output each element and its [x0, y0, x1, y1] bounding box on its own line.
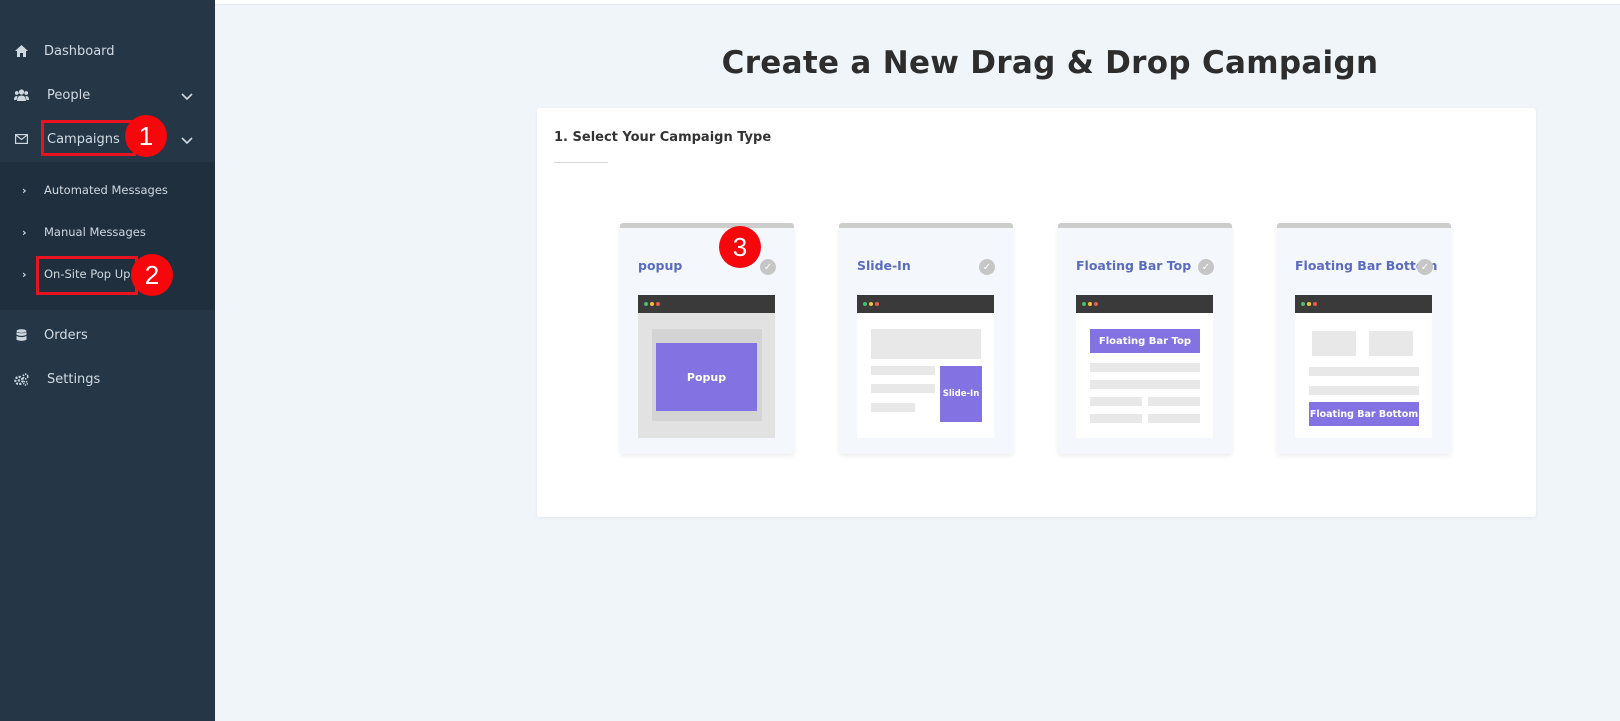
browser-dot-icon — [1094, 302, 1098, 306]
campaign-card-slide-in[interactable]: Slide-In ✓ Slide-In — [839, 223, 1013, 454]
browser-dot-icon — [875, 302, 879, 306]
browser-dot-icon — [1082, 302, 1086, 306]
section-heading: 1. Select Your Campaign Type — [554, 130, 772, 145]
campaign-card-popup[interactable]: popup ✓ Popup — [620, 223, 794, 454]
page-title: Create a New Drag & Drop Campaign — [721, 45, 1379, 81]
campaign-card-floating-bar-bottom[interactable]: Floating Bar Bottom ✓ Floating Bar Botto… — [1277, 223, 1451, 454]
content-placeholder — [871, 384, 935, 393]
annotation-badge-1: 1 — [125, 115, 167, 157]
card-title: Floating Bar Top — [1076, 258, 1192, 273]
check-circle-icon: ✓ — [760, 259, 776, 275]
content-placeholder — [1312, 331, 1356, 356]
browser-dot-icon — [1301, 302, 1305, 306]
campaign-card-floating-bar-top[interactable]: Floating Bar Top ✓ Floating Bar Top — [1058, 223, 1232, 454]
floating-bar-bottom: Floating Bar Bottom — [1309, 402, 1419, 426]
campaign-type-panel: 1. Select Your Campaign Type popup ✓ Pop… — [537, 108, 1536, 517]
chevron-right-icon: › — [22, 225, 27, 239]
browser-bar — [857, 295, 994, 313]
sidebar-item-settings[interactable]: Settings — [0, 359, 215, 399]
popup-preview: Popup — [638, 295, 775, 438]
users-icon — [13, 87, 29, 103]
check-circle-icon: ✓ — [1417, 259, 1433, 275]
sidebar-item-dashboard[interactable]: Dashboard — [0, 31, 215, 71]
content-placeholder — [1090, 414, 1142, 423]
browser-bar — [638, 295, 775, 313]
slide-in-box: Slide-In — [940, 366, 982, 422]
submenu-item-automated-messages[interactable]: › Automated Messages — [0, 175, 215, 205]
submenu-label-automated: Automated Messages — [44, 183, 168, 197]
submenu-label-manual: Manual Messages — [44, 225, 146, 239]
home-icon — [13, 43, 29, 59]
sidebar-item-orders[interactable]: Orders — [0, 315, 215, 355]
browser-dot-icon — [863, 302, 867, 306]
content-placeholder — [1309, 386, 1419, 395]
annotation-badge-2: 2 — [131, 254, 173, 296]
content-placeholder — [1090, 380, 1200, 389]
annotation-box-campaigns — [41, 120, 136, 156]
chevron-down-icon[interactable] — [180, 132, 194, 146]
content-placeholder — [871, 403, 915, 412]
chevron-down-icon[interactable] — [180, 88, 194, 102]
content-placeholder — [1090, 363, 1200, 372]
floating-bar-top: Floating Bar Top — [1090, 329, 1200, 353]
chevron-right-icon: › — [22, 183, 27, 197]
top-bar — [215, 0, 1620, 5]
content-placeholder — [1369, 331, 1413, 356]
chevron-right-icon: › — [22, 267, 27, 281]
browser-bar — [1295, 295, 1432, 313]
sidebar-label-people: People — [47, 87, 91, 103]
browser-bar — [1076, 295, 1213, 313]
annotation-box-onsite-pop-up — [36, 256, 138, 295]
submenu-item-manual-messages[interactable]: › Manual Messages — [0, 217, 215, 247]
sidebar-label-dashboard: Dashboard — [44, 43, 115, 59]
check-circle-icon: ✓ — [1198, 259, 1214, 275]
envelope-icon — [13, 131, 29, 147]
content-placeholder — [1148, 414, 1200, 423]
floating-bar-top-preview: Floating Bar Top — [1076, 295, 1213, 438]
check-circle-icon: ✓ — [979, 259, 995, 275]
browser-dot-icon — [644, 302, 648, 306]
section-divider — [554, 162, 608, 163]
gears-icon — [13, 371, 29, 387]
content-placeholder — [1090, 397, 1142, 406]
card-title: Slide-In — [857, 258, 911, 273]
content-placeholder — [1148, 397, 1200, 406]
popup-box: Popup — [656, 343, 757, 411]
browser-dot-icon — [650, 302, 654, 306]
sidebar: Dashboard People Campaigns › Automated M… — [0, 0, 215, 721]
content-placeholder — [871, 329, 981, 359]
sidebar-item-people[interactable]: People — [0, 75, 215, 115]
database-icon — [13, 327, 29, 343]
browser-dot-icon — [656, 302, 660, 306]
sidebar-label-orders: Orders — [44, 327, 88, 343]
browser-dot-icon — [1313, 302, 1317, 306]
card-title: popup — [638, 258, 683, 273]
slide-in-preview: Slide-In — [857, 295, 994, 438]
floating-bar-bottom-preview: Floating Bar Bottom — [1295, 295, 1432, 438]
browser-dot-icon — [1088, 302, 1092, 306]
content-placeholder — [871, 366, 935, 375]
content-placeholder — [1309, 367, 1419, 376]
browser-dot-icon — [1307, 302, 1311, 306]
annotation-badge-3: 3 — [719, 226, 761, 268]
sidebar-label-settings: Settings — [47, 371, 101, 387]
browser-dot-icon — [869, 302, 873, 306]
